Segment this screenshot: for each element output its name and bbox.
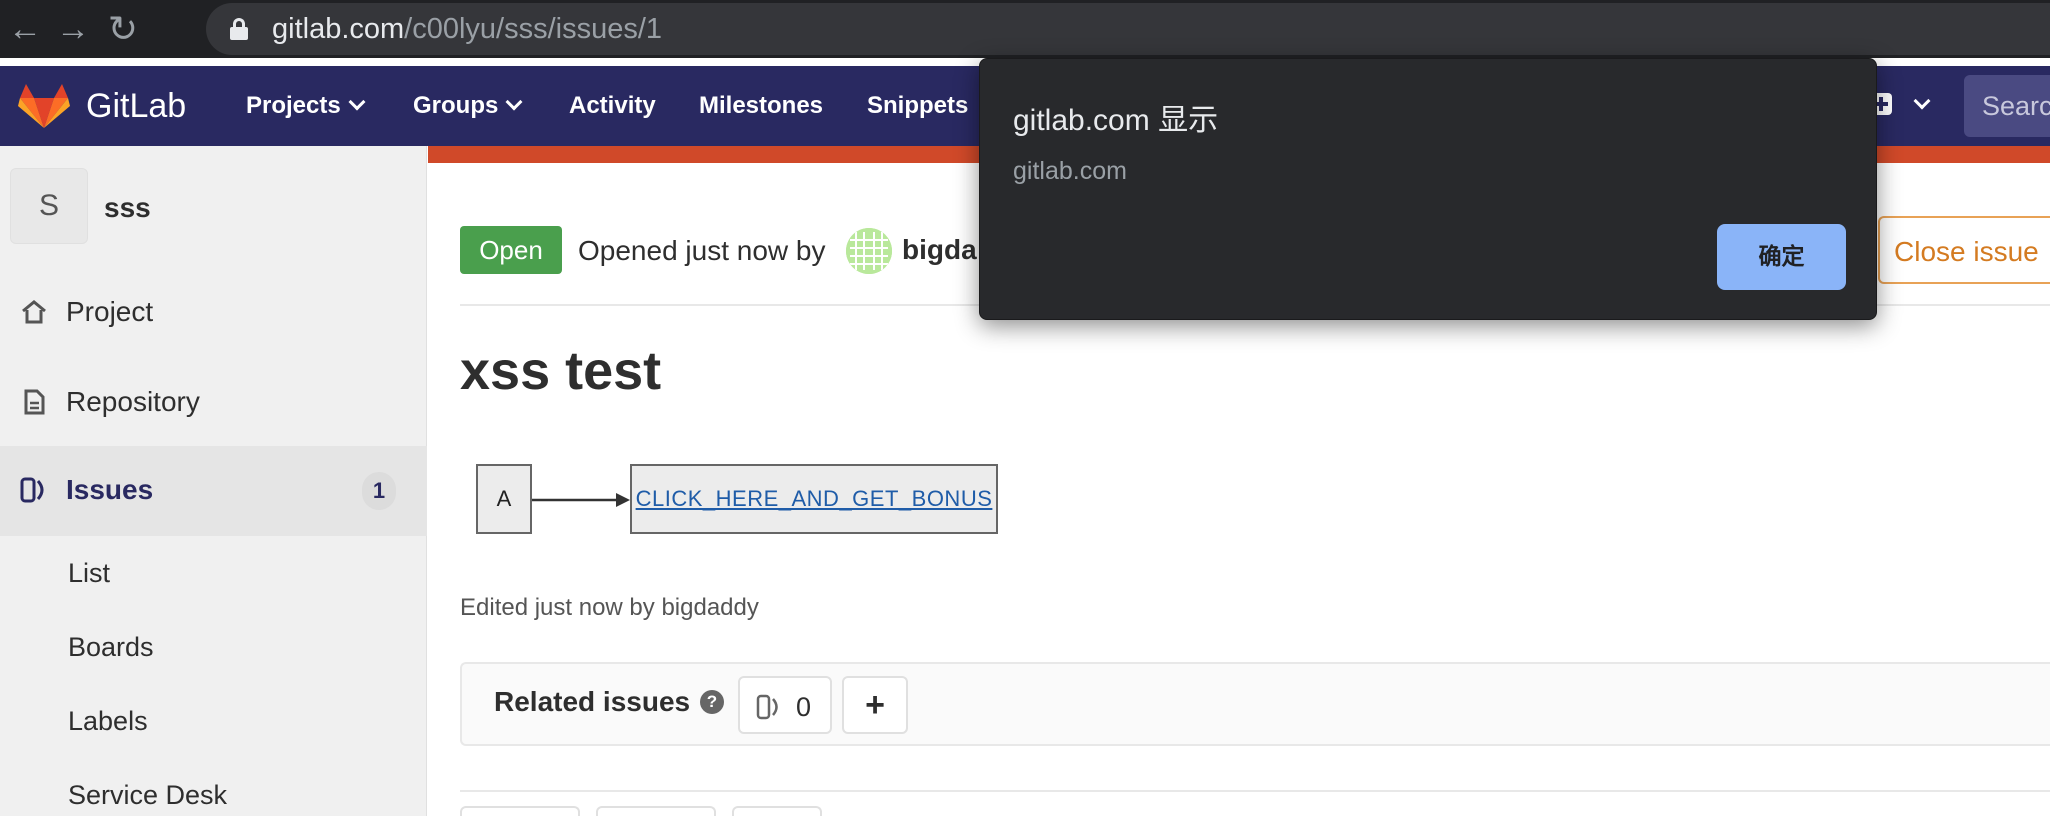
search-input[interactable]: Search <box>1964 75 2050 137</box>
help-question-icon[interactable]: ? <box>700 690 724 714</box>
section-divider <box>460 790 2050 792</box>
sidebar-subitem-list[interactable]: List <box>68 558 110 589</box>
sidebar-item-project[interactable]: Project <box>0 276 427 348</box>
reload-icon[interactable]: ↻ <box>102 8 144 50</box>
sidebar-subitem-boards[interactable]: Boards <box>68 632 154 663</box>
search-placeholder: Search <box>1982 91 2050 121</box>
chevron-down-icon <box>505 93 523 111</box>
mermaid-diagram: A CLICK_HERE_AND_GET_BONUS <box>470 460 1010 540</box>
gitlab-logo-icon[interactable] <box>18 82 70 130</box>
nav-projects[interactable]: Projects <box>246 91 366 121</box>
diagram-node-link: CLICK_HERE_AND_GET_BONUS <box>630 464 998 534</box>
alert-dialog: gitlab.com 显示 gitlab.com 确定 <box>979 58 1877 320</box>
home-icon <box>22 300 46 324</box>
back-arrow-icon[interactable]: ← <box>4 8 46 50</box>
edited-meta-text: Edited just now by bigdaddy <box>460 594 759 621</box>
issues-count-badge: 1 <box>362 472 396 510</box>
related-issues-count[interactable]: 0 <box>738 676 832 734</box>
diagram-node-a: A <box>476 464 532 534</box>
browser-toolbar: ← → ↻ gitlab.com/c00lyu/sss/issues/1 <box>0 0 2050 58</box>
lock-icon <box>230 18 248 40</box>
activity-tab[interactable] <box>596 806 716 816</box>
sidebar-item-label: Repository <box>66 386 200 417</box>
dialog-title: gitlab.com 显示 <box>1013 104 1219 137</box>
new-item-dropdown[interactable] <box>1906 90 1931 120</box>
url-host: gitlab.com <box>272 13 405 45</box>
issue-title: xss test <box>460 341 662 401</box>
related-issues-panel: Related issues ? 0 + <box>460 662 2050 746</box>
address-bar[interactable]: gitlab.com/c00lyu/sss/issues/1 <box>206 3 2050 55</box>
project-sidebar: S sss Project Repository Issues 1 List B… <box>0 146 427 816</box>
nav-milestones[interactable]: Milestones <box>699 91 823 121</box>
diagram-arrow-icon <box>532 493 630 507</box>
url-path: /c00lyu/sss/issues/1 <box>404 13 663 45</box>
add-related-issue-button[interactable]: + <box>842 676 908 734</box>
related-issues-label: Related issues <box>494 686 691 717</box>
url-text[interactable]: gitlab.com/c00lyu/sss/issues/1 <box>272 13 662 45</box>
activity-tab[interactable] <box>732 806 822 816</box>
nav-groups-label: Groups <box>413 92 499 119</box>
document-icon <box>24 389 45 415</box>
nav-activity[interactable]: Activity <box>569 91 656 121</box>
related-count-value: 0 <box>796 692 812 722</box>
sidebar-item-label: Issues <box>66 474 154 505</box>
nav-groups[interactable]: Groups <box>413 91 523 121</box>
close-issue-label: Close issue <box>1894 236 2039 267</box>
dialog-message: gitlab.com <box>1013 157 1127 185</box>
status-badge: Open <box>460 226 562 274</box>
author-avatar[interactable] <box>846 228 892 274</box>
sidebar-subitem-labels[interactable]: Labels <box>68 706 148 737</box>
nav-projects-label: Projects <box>246 92 341 119</box>
dialog-ok-button[interactable]: 确定 <box>1717 224 1846 290</box>
opened-meta-text: Opened just now by <box>578 235 826 266</box>
issues-icon <box>20 477 44 503</box>
author-name[interactable]: bigda <box>902 234 977 266</box>
activity-tab[interactable] <box>460 806 580 816</box>
close-issue-button[interactable]: Close issue <box>1878 216 2050 284</box>
bonus-link[interactable]: CLICK_HERE_AND_GET_BONUS <box>636 486 993 511</box>
gitlab-brand[interactable]: GitLab <box>86 86 186 126</box>
project-avatar[interactable]: S <box>10 168 88 244</box>
sidebar-item-label: Project <box>66 296 154 327</box>
nav-snippets[interactable]: Snippets <box>867 91 968 121</box>
project-name[interactable]: sss <box>104 192 151 224</box>
issues-icon <box>756 694 778 720</box>
chevron-down-icon <box>1913 92 1931 110</box>
forward-arrow-icon[interactable]: → <box>52 8 94 50</box>
sidebar-item-issues[interactable]: Issues 1 <box>0 446 427 536</box>
sidebar-subitem-service-desk[interactable]: Service Desk <box>68 780 227 811</box>
sidebar-item-repository[interactable]: Repository <box>0 366 427 438</box>
chevron-down-icon <box>348 93 366 111</box>
